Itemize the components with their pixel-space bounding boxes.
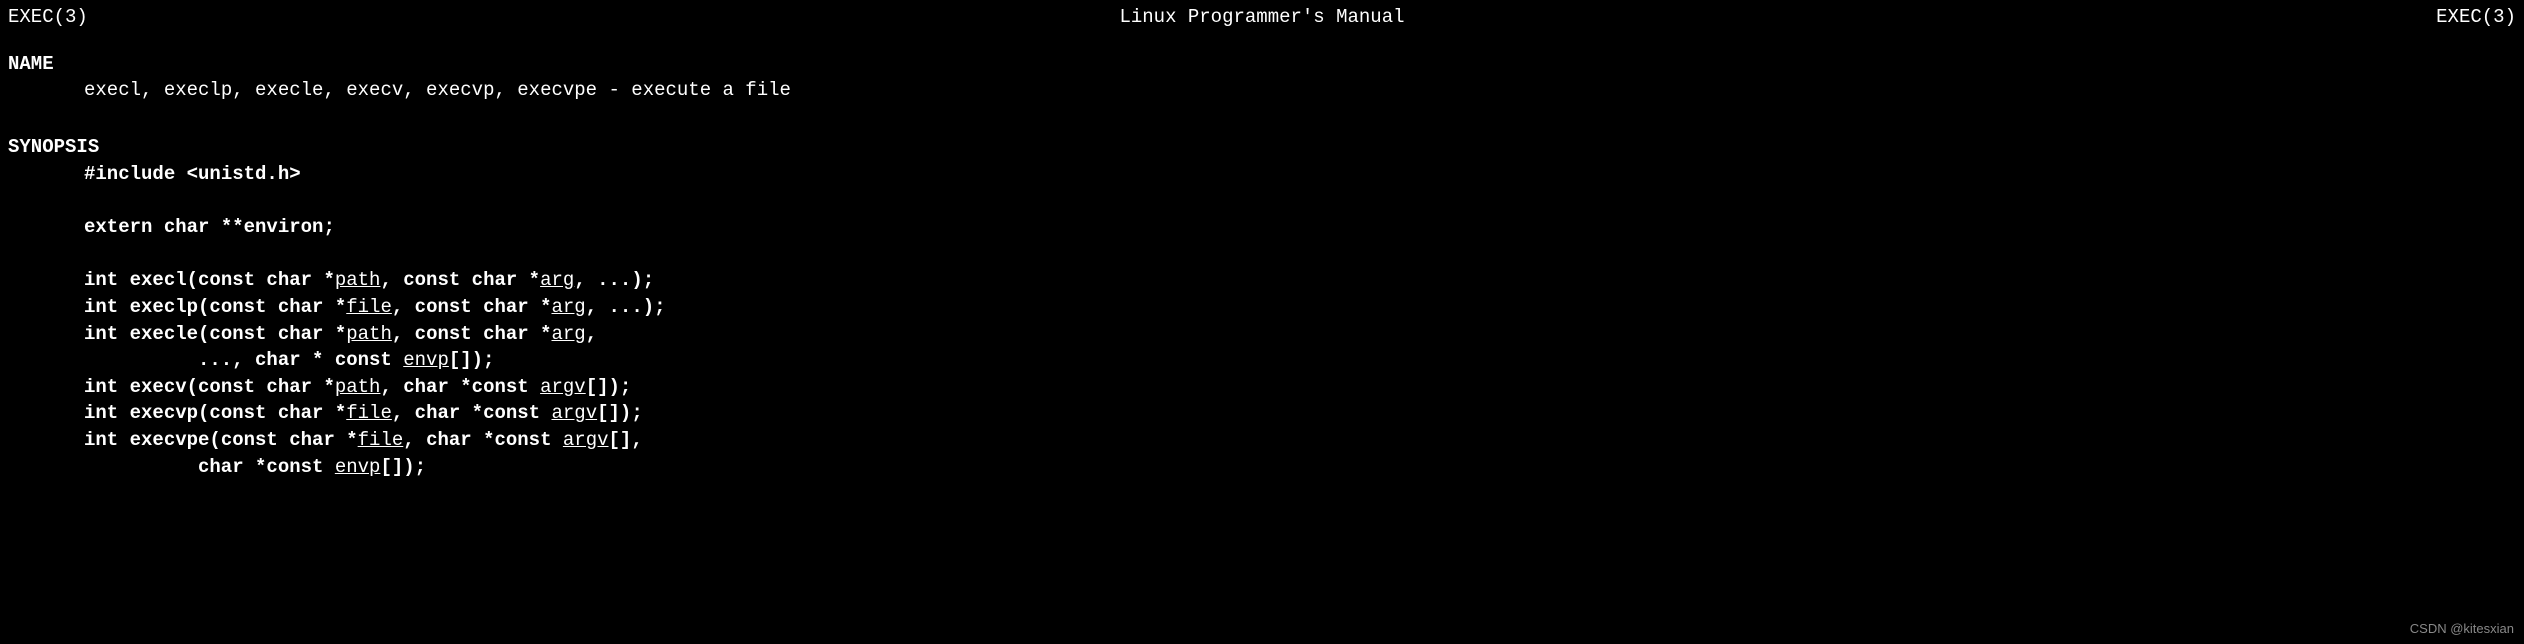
- func-arg: argv: [563, 429, 609, 451]
- func-execlp: int execlp(const char *file, const char …: [8, 294, 2516, 321]
- watermark: CSDN @kitesxian: [2410, 620, 2514, 638]
- func-arg: path: [346, 323, 392, 345]
- synopsis-include: #include <unistd.h>: [8, 161, 2516, 188]
- func-arg: path: [335, 269, 381, 291]
- func-text: , const char *: [392, 296, 552, 318]
- blank-line: [8, 188, 2516, 215]
- func-arg: argv: [540, 376, 586, 398]
- func-arg: file: [358, 429, 404, 451]
- func-arg: envp: [403, 349, 449, 371]
- func-arg: file: [346, 296, 392, 318]
- blank-line: [8, 241, 2516, 268]
- func-text: ..., char * const: [198, 349, 403, 371]
- func-execv: int execv(const char *path, char *const …: [8, 374, 2516, 401]
- blank-line: [8, 104, 2516, 131]
- func-arg: argv: [552, 402, 598, 424]
- func-text: []);: [597, 402, 643, 424]
- func-arg: arg: [540, 269, 574, 291]
- func-execle-cont: ..., char * const envp[]);: [8, 347, 2516, 374]
- func-text: []);: [586, 376, 632, 398]
- header-right: EXEC(3): [2436, 4, 2516, 31]
- section-name-heading: NAME: [8, 51, 2516, 78]
- func-text: , char *const: [380, 376, 540, 398]
- func-arg: file: [346, 402, 392, 424]
- func-text: int execvpe(const char *: [84, 429, 358, 451]
- func-text: [],: [609, 429, 643, 451]
- header-left: EXEC(3): [8, 4, 88, 31]
- func-text: char *const: [198, 456, 335, 478]
- func-text: , char *const: [392, 402, 552, 424]
- func-text: []);: [449, 349, 495, 371]
- func-text: int execle(const char *: [84, 323, 346, 345]
- func-execvpe: int execvpe(const char *file, char *cons…: [8, 427, 2516, 454]
- func-execvp: int execvp(const char *file, char *const…: [8, 400, 2516, 427]
- func-execle: int execle(const char *path, const char …: [8, 321, 2516, 348]
- func-text: int execl(const char *: [84, 269, 335, 291]
- func-arg: path: [335, 376, 381, 398]
- func-text: , ...);: [586, 296, 666, 318]
- func-text: , char *const: [403, 429, 563, 451]
- func-arg: arg: [552, 323, 586, 345]
- manpage-header: EXEC(3) Linux Programmer's Manual EXEC(3…: [8, 4, 2516, 31]
- func-text: int execlp(const char *: [84, 296, 346, 318]
- func-text: , const char *: [392, 323, 552, 345]
- func-text: int execv(const char *: [84, 376, 335, 398]
- name-text: execl, execlp, execle, execv, execvp, ex…: [8, 77, 2516, 104]
- func-text: , const char *: [380, 269, 540, 291]
- func-arg: envp: [335, 456, 381, 478]
- func-execl: int execl(const char *path, const char *…: [8, 267, 2516, 294]
- func-text: []);: [380, 456, 426, 478]
- func-execvpe-cont: char *const envp[]);: [8, 454, 2516, 481]
- header-center: Linux Programmer's Manual: [1119, 4, 1404, 31]
- section-synopsis-heading: SYNOPSIS: [8, 134, 2516, 161]
- func-text: int execvp(const char *: [84, 402, 346, 424]
- func-text: ,: [586, 323, 597, 345]
- func-text: , ...);: [574, 269, 654, 291]
- func-arg: arg: [552, 296, 586, 318]
- synopsis-extern: extern char **environ;: [8, 214, 2516, 241]
